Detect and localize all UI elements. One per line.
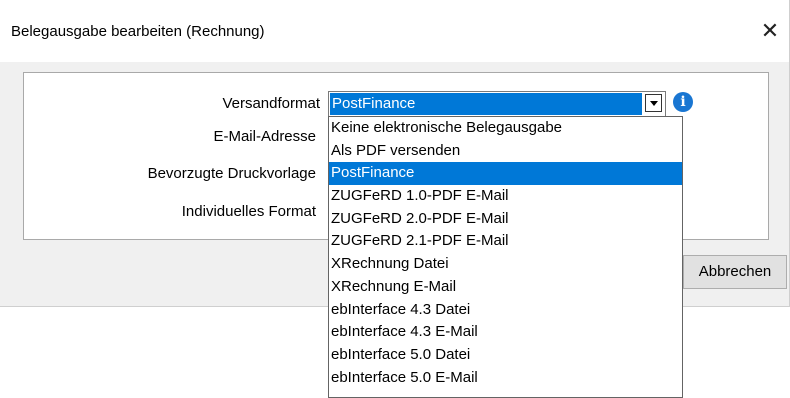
info-icon[interactable]: i	[673, 92, 693, 112]
dropdown-option[interactable]: ebInterface 4.3 Datei	[329, 299, 682, 322]
versandformat-label: Versandformat	[222, 95, 320, 112]
dropdown-option[interactable]: XRechnung Datei	[329, 253, 682, 276]
cancel-button[interactable]: Abbrechen	[683, 255, 787, 289]
dropdown-option[interactable]: XRechnung E-Mail	[329, 276, 682, 299]
dropdown-option[interactable]: ZUGFeRD 2.1-PDF E-Mail	[329, 230, 682, 253]
chevron-down-icon[interactable]	[645, 94, 662, 112]
dropdown-option-selected[interactable]: PostFinance	[329, 162, 682, 186]
dropdown-option[interactable]: Als PDF versenden	[329, 140, 682, 163]
versandformat-selected-value: PostFinance	[330, 93, 642, 115]
close-icon[interactable]: ✕	[756, 17, 784, 45]
dropdown-option[interactable]: ZUGFeRD 2.0-PDF E-Mail	[329, 208, 682, 231]
individuelles-format-label: Individuelles Format	[181, 203, 316, 220]
dialog-title: Belegausgabe bearbeiten (Rechnung)	[11, 23, 265, 40]
versandformat-select[interactable]: PostFinance	[328, 91, 666, 117]
versandformat-dropdown-list: Keine elektronische Belegausgabe Als PDF…	[328, 116, 683, 398]
dropdown-option[interactable]: ebInterface 4.3 E-Mail	[329, 321, 682, 344]
dropdown-option[interactable]: ebInterface 5.0 E-Mail	[329, 367, 682, 390]
email-label: E-Mail-Adresse	[213, 128, 316, 145]
druckvorlage-label: Bevorzugte Druckvorlage	[147, 165, 316, 182]
title-bar: Belegausgabe bearbeiten (Rechnung) ✕	[0, 0, 789, 62]
dropdown-option[interactable]: ebInterface 5.0 Datei	[329, 344, 682, 367]
dropdown-option[interactable]: Keine elektronische Belegausgabe	[329, 117, 682, 140]
dropdown-option[interactable]: ZUGFeRD 1.0-PDF E-Mail	[329, 185, 682, 208]
